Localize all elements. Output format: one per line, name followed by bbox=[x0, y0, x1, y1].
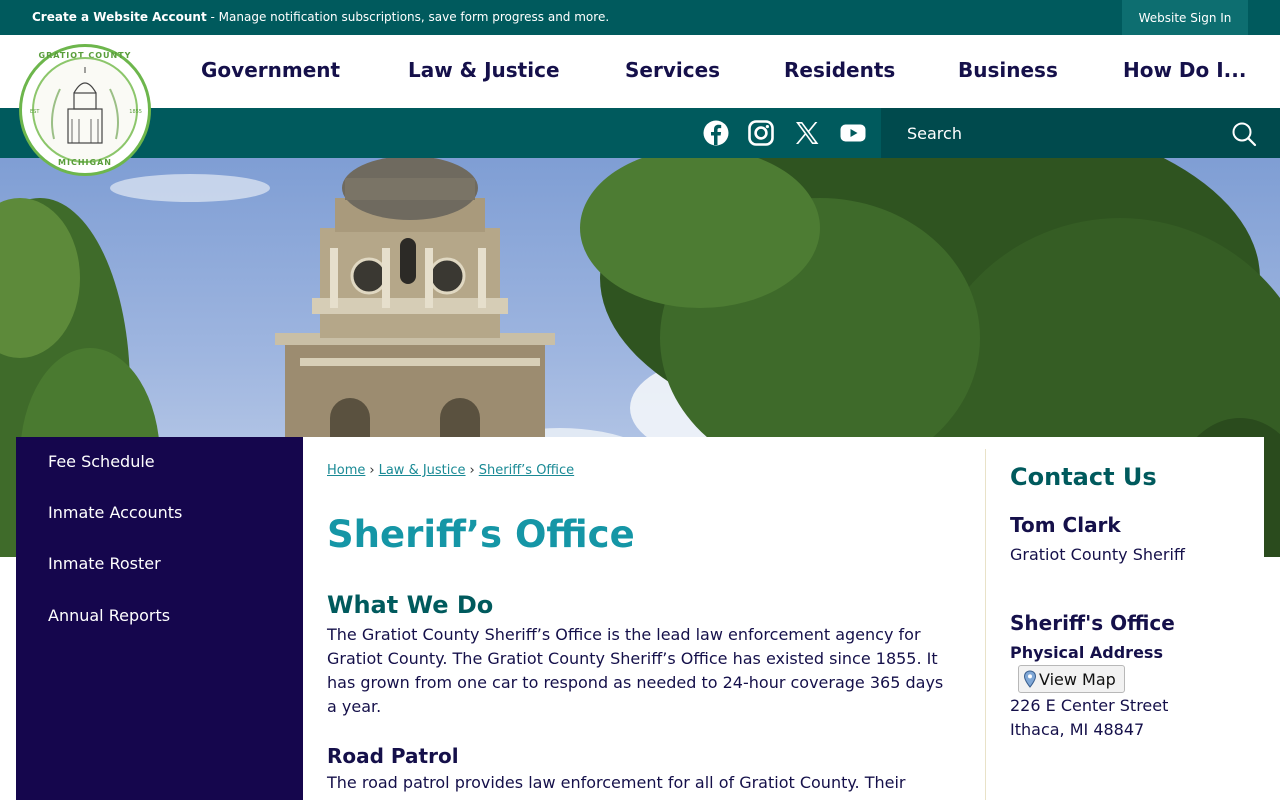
breadcrumb-separator: › bbox=[469, 463, 475, 478]
website-sign-in-button[interactable]: Website Sign In bbox=[1122, 0, 1248, 35]
county-seal-logo[interactable]: GRATIOT COUNTY EST 1855 MICHIGAN bbox=[19, 44, 151, 176]
map-pin-icon bbox=[1023, 670, 1037, 688]
page-title: Sheriff’s Office bbox=[327, 513, 635, 556]
logo-text-bottom: MICHIGAN bbox=[58, 158, 112, 167]
main-content: Home › Law & Justice › Sheriff’s Office Sher… bbox=[303, 437, 985, 800]
courthouse-emblem-icon bbox=[51, 67, 119, 144]
view-map-button[interactable]: View Map bbox=[1018, 665, 1125, 693]
breadcrumb-separator: › bbox=[369, 463, 375, 478]
sidebar-item-annual-reports[interactable]: Annual Reports bbox=[48, 606, 170, 625]
nav-item-services[interactable]: Services bbox=[625, 58, 720, 82]
office-heading: Sheriff's Office bbox=[1010, 611, 1175, 635]
contact-us-panel: Contact Us Tom Clark Gratiot County Sher… bbox=[985, 437, 1264, 800]
section-text-what-we-do: The Gratiot County Sheriff’s Office is t… bbox=[327, 625, 944, 716]
create-account-message: Create a Website Account - Manage notifi… bbox=[32, 10, 609, 24]
create-account-description: - Manage notification subscriptions, sav… bbox=[206, 10, 610, 24]
facebook-icon[interactable] bbox=[702, 119, 730, 147]
nav-item-how-do-i[interactable]: How Do I... bbox=[1123, 58, 1246, 82]
x-twitter-icon[interactable] bbox=[793, 119, 821, 147]
section-heading-what-we-do: What We Do bbox=[327, 591, 494, 619]
breadcrumb-law-justice[interactable]: Law & Justice bbox=[379, 463, 466, 478]
nav-item-business[interactable]: Business bbox=[958, 58, 1058, 82]
youtube-icon[interactable] bbox=[839, 119, 867, 147]
contact-role: Gratiot County Sheriff bbox=[1010, 545, 1185, 564]
section-text-road-patrol: The road patrol provides law enforcement… bbox=[327, 773, 906, 792]
contact-us-title: Contact Us bbox=[1010, 463, 1157, 491]
section-heading-road-patrol: Road Patrol bbox=[327, 744, 459, 768]
sidebar-item-fee-schedule[interactable]: Fee Schedule bbox=[48, 452, 155, 471]
nav-item-law-justice[interactable]: Law & Justice bbox=[408, 58, 560, 82]
search-input[interactable] bbox=[907, 121, 1207, 145]
logo-est: EST bbox=[30, 109, 40, 115]
side-navigation: Fee Schedule Inmate Accounts Inmate Rost… bbox=[16, 437, 303, 800]
logo-ring bbox=[32, 57, 138, 163]
view-map-label: View Map bbox=[1039, 669, 1116, 689]
aside-divider bbox=[985, 449, 986, 800]
social-search-bar bbox=[0, 108, 1280, 158]
contact-name: Tom Clark bbox=[1010, 513, 1121, 537]
address-city: Ithaca, MI 48847 bbox=[1010, 720, 1145, 739]
search-box bbox=[881, 108, 1280, 158]
search-icon[interactable] bbox=[1230, 120, 1258, 148]
address-street: 226 E Center Street bbox=[1010, 696, 1169, 715]
nav-item-government[interactable]: Government bbox=[201, 58, 340, 82]
breadcrumb-sheriffs-office[interactable]: Sheriff’s Office bbox=[479, 463, 574, 478]
instagram-icon[interactable] bbox=[747, 119, 775, 147]
breadcrumb-home[interactable]: Home bbox=[327, 463, 365, 478]
create-account-link[interactable]: Create a Website Account bbox=[32, 10, 207, 24]
physical-address-label: Physical Address bbox=[1010, 643, 1163, 662]
main-header: Government Law & Justice Services Reside… bbox=[0, 35, 1280, 108]
nav-item-residents[interactable]: Residents bbox=[784, 58, 895, 82]
top-utility-bar: Create a Website Account - Manage notifi… bbox=[0, 0, 1280, 35]
sidebar-item-inmate-roster[interactable]: Inmate Roster bbox=[48, 554, 161, 573]
sidebar-item-inmate-accounts[interactable]: Inmate Accounts bbox=[48, 503, 182, 522]
logo-year: 1855 bbox=[129, 109, 142, 115]
breadcrumb: Home › Law & Justice › Sheriff’s Office bbox=[327, 463, 574, 478]
